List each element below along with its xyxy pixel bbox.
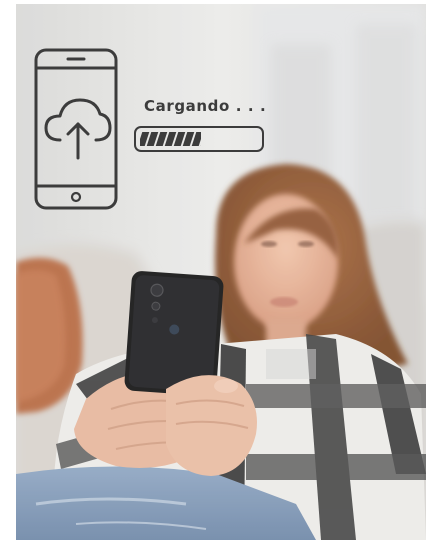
loading-overlay: Cargando . . . <box>16 4 426 540</box>
smartphone-icon <box>34 48 118 210</box>
background-photo: Cargando . . . <box>16 4 426 540</box>
loading-label: Cargando . . . <box>144 97 267 115</box>
progress-fill <box>140 132 201 146</box>
upload-progress-bar <box>134 126 264 152</box>
cloud-upload-icon <box>44 98 112 160</box>
